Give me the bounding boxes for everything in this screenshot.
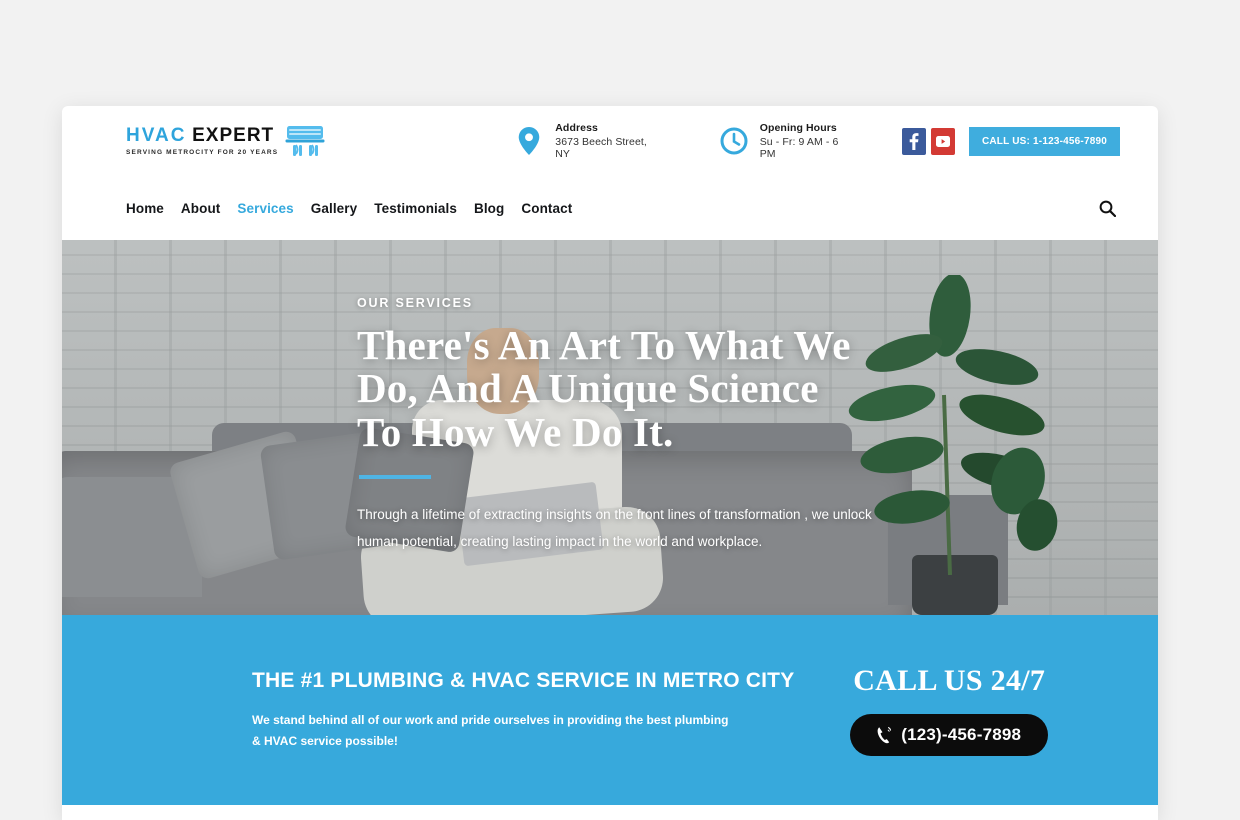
hero-title-line-2: Do, And A Unique Science — [357, 365, 819, 412]
logo-title: HVAC EXPERT — [126, 126, 278, 146]
nav-item-about[interactable]: About — [181, 201, 220, 216]
phone-icon — [877, 727, 892, 744]
hero-title-line-1: There's An Art To What We — [357, 322, 851, 368]
map-pin-icon — [518, 127, 540, 155]
primary-navigation: Home About Services Gallery Testimonials… — [126, 201, 572, 216]
hero-title-line-3: To How We Do It. — [357, 408, 674, 455]
facebook-link[interactable] — [901, 127, 926, 155]
nav-item-gallery[interactable]: Gallery — [311, 201, 357, 216]
social-links — [901, 127, 955, 155]
page-bottom-whitespace — [62, 805, 1158, 820]
header-call-us-button[interactable]: CALL US: 1-123-456-7890 — [968, 126, 1120, 156]
nav-item-blog[interactable]: Blog — [474, 201, 504, 216]
logo-tagline: SERVING METROCITY FOR 20 YEARS — [126, 148, 279, 156]
cta-text-block: THE #1 PLUMBING & HVAC SERVICE IN METRO … — [252, 669, 794, 751]
hours-lines: Opening Hours Su - Fr: 9 AM - 6 PM — [760, 122, 850, 160]
address-value: 3673 Beech Street, NY — [555, 136, 647, 160]
hours-label: Opening Hours — [759, 122, 837, 134]
hero-title: There's An Art To What We Do, And A Uniq… — [357, 322, 917, 455]
hero-eyebrow: OUR SERVICES — [357, 296, 473, 310]
cta-band: THE #1 PLUMBING & HVAC SERVICE IN METRO … — [62, 615, 1158, 805]
youtube-icon — [935, 135, 950, 147]
facebook-icon — [909, 132, 919, 150]
cta-call-block: CALL US 24/7 (123)-456-7898 — [794, 664, 1094, 756]
search-button[interactable] — [1094, 195, 1120, 221]
phone-number-label: (123)-456-7898 — [901, 725, 1022, 744]
header-hours-block: Opening Hours Su - Fr: 9 AM - 6 PM — [720, 122, 850, 160]
header-nav-bar: Home About Services Gallery Testimonials… — [62, 176, 1158, 240]
cta-heading: THE #1 PLUMBING & HVAC SERVICE IN METRO … — [252, 668, 795, 692]
address-label: Address — [555, 122, 598, 134]
hero-section: OUR SERVICES There's An Art To What We D… — [62, 240, 1158, 615]
hero-accent-divider — [359, 475, 431, 480]
nav-item-home[interactable]: Home — [126, 201, 164, 216]
hero-content: OUR SERVICES There's An Art To What We D… — [357, 296, 917, 555]
search-icon — [1099, 200, 1116, 217]
clock-icon — [720, 127, 748, 155]
air-conditioner-icon — [285, 126, 325, 156]
header-top-bar: HVAC EXPERT SERVING METROCITY FOR 20 YEA… — [62, 106, 1158, 176]
logo-title-secondary: EXPERT — [192, 125, 275, 147]
address-lines: Address 3673 Beech Street, NY — [555, 122, 656, 160]
phone-call-button[interactable]: (123)-456-7898 — [850, 714, 1049, 756]
cta-subtext: We stand behind all of our work and prid… — [252, 712, 729, 748]
cta-call-title: CALL US 24/7 — [853, 664, 1046, 697]
hero-paragraph: Through a lifetime of extracting insight… — [357, 507, 872, 550]
site-logo[interactable]: HVAC EXPERT SERVING METROCITY FOR 20 YEA… — [126, 124, 325, 158]
nav-item-services[interactable]: Services — [237, 201, 293, 216]
youtube-link[interactable] — [930, 127, 955, 155]
logo-title-primary: HVAC — [126, 125, 187, 147]
nav-item-contact[interactable]: Contact — [521, 201, 572, 216]
logo-text: HVAC EXPERT SERVING METROCITY FOR 20 YEA… — [126, 126, 278, 156]
header-address-block: Address 3673 Beech Street, NY — [515, 122, 656, 160]
nav-item-testimonials[interactable]: Testimonials — [374, 201, 457, 216]
hours-value: Su - Fr: 9 AM - 6 PM — [759, 136, 839, 160]
website-page-card: HVAC EXPERT SERVING METROCITY FOR 20 YEA… — [62, 106, 1158, 820]
